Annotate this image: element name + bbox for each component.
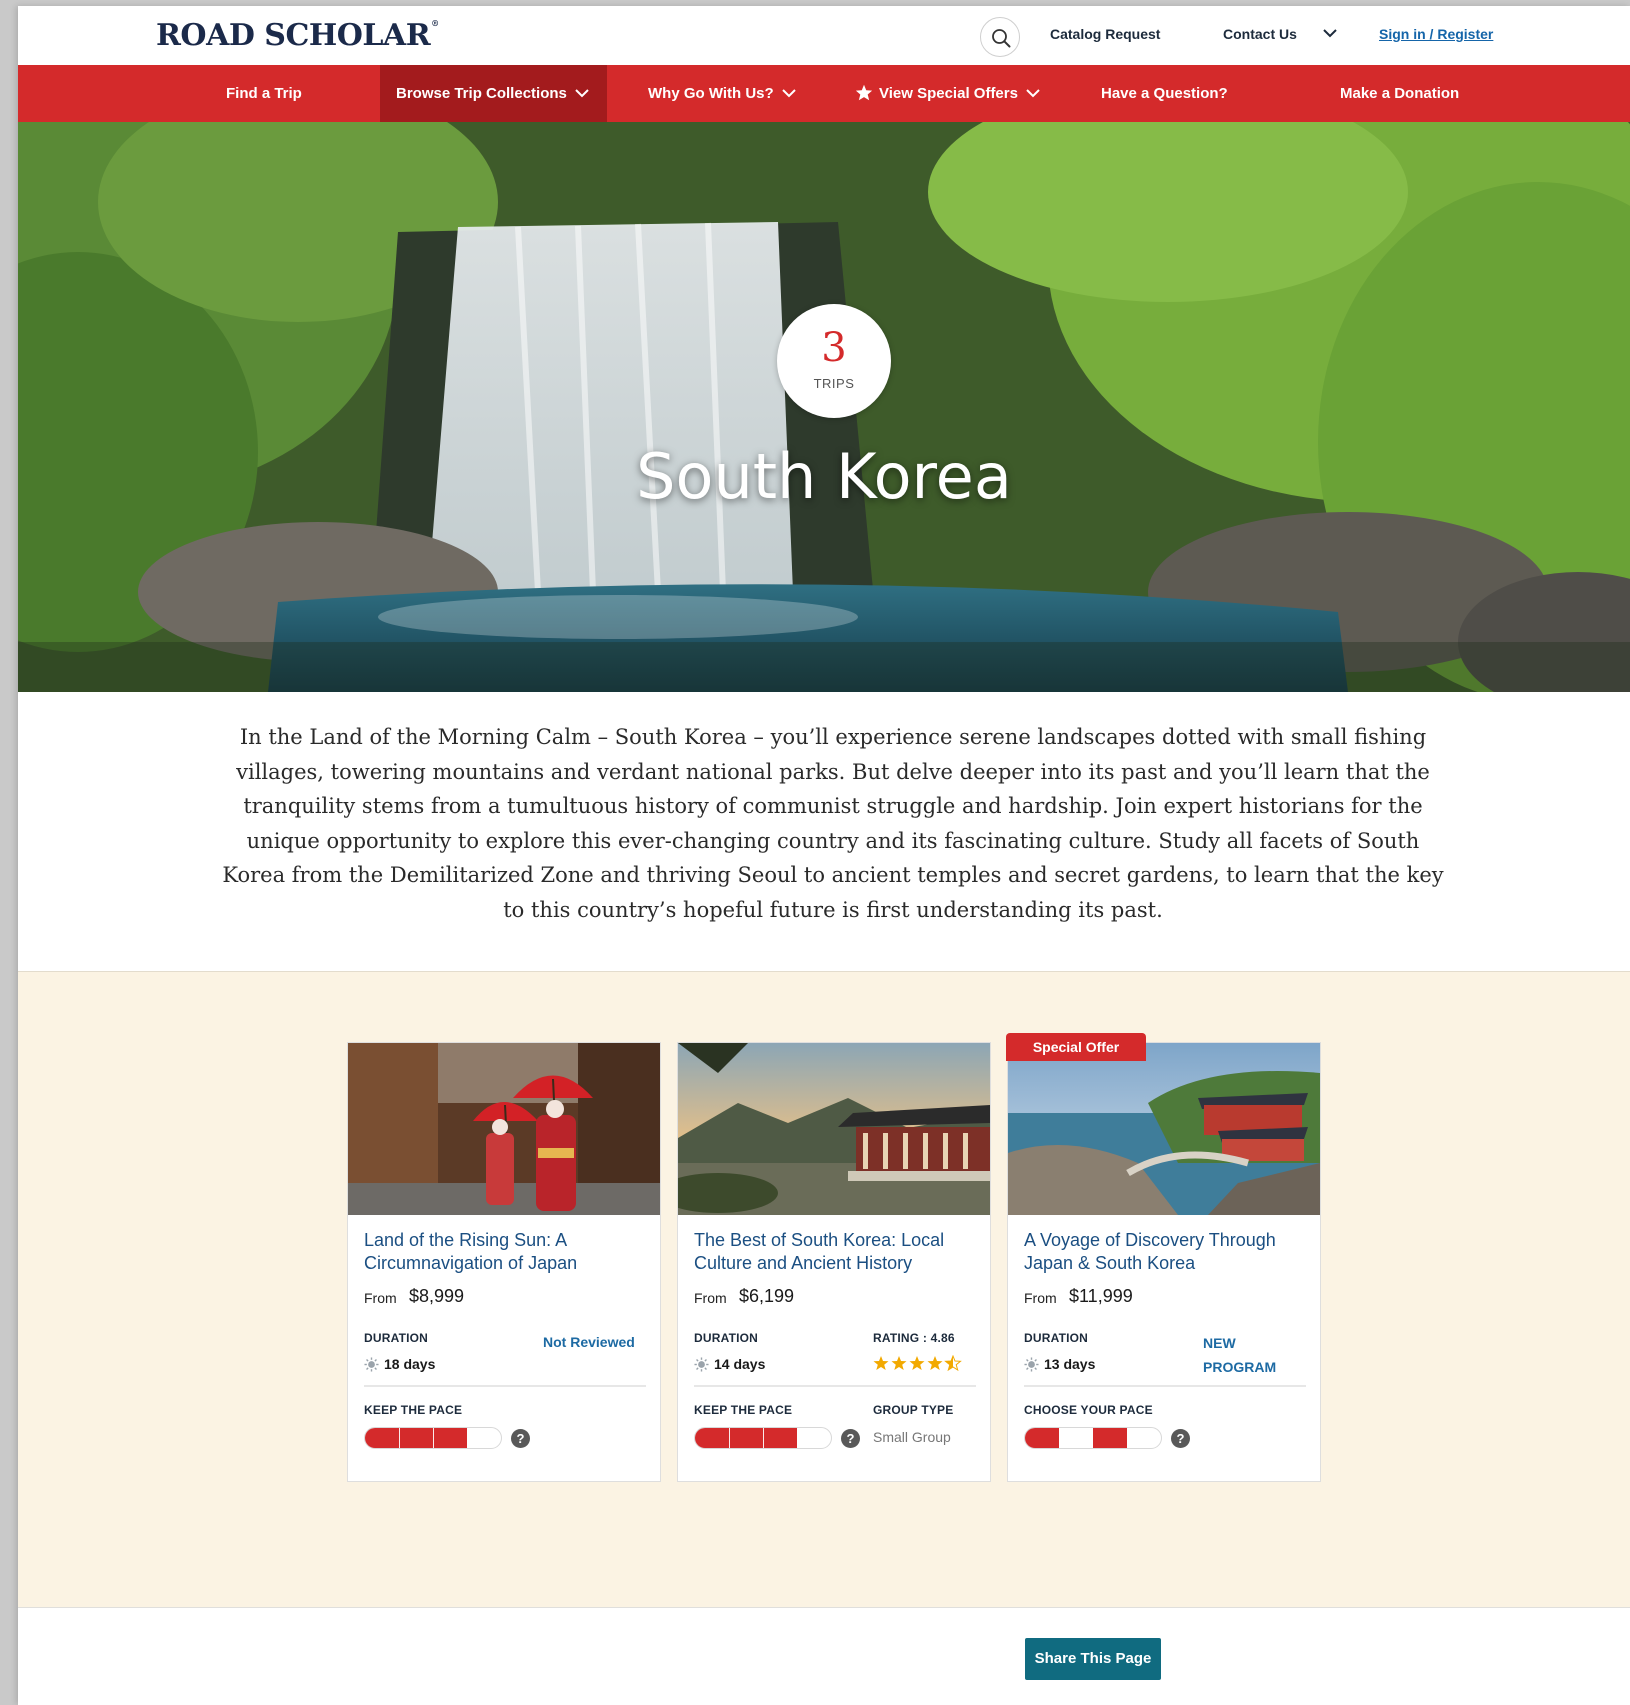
- main-nav: Find a Trip Browse Trip Collections Why …: [18, 65, 1630, 122]
- share-this-page-button[interactable]: Share This Page: [1025, 1638, 1161, 1680]
- contact-us-dropdown[interactable]: Contact Us: [1223, 26, 1337, 42]
- pace-label: KEEP THE PACE: [694, 1403, 793, 1417]
- duration-label: DURATION: [1024, 1331, 1089, 1345]
- top-header: ROAD SCHOLAR® Catalog Request Contact Us…: [18, 6, 1630, 65]
- group-type-value: Small Group: [873, 1429, 951, 1445]
- catalog-request-link[interactable]: Catalog Request: [1050, 26, 1160, 42]
- new-program-status: NEW PROGRAM: [1203, 1331, 1276, 1379]
- geisha-photo: [348, 1043, 660, 1215]
- pace-label: KEEP THE PACE: [364, 1403, 463, 1417]
- intro-paragraph: In the Land of the Morning Calm – South …: [222, 725, 1444, 922]
- group-type-label: GROUP TYPE: [873, 1403, 954, 1417]
- price-from-label: From: [694, 1290, 727, 1306]
- trip-price: $6,199: [739, 1286, 795, 1306]
- trip-card-title[interactable]: A Voyage of Discovery Through Japan & So…: [1024, 1229, 1309, 1275]
- star-icon: [855, 84, 873, 101]
- search-icon: [992, 29, 1011, 48]
- road-scholar-logo[interactable]: ROAD SCHOLAR®: [156, 18, 439, 53]
- search-button[interactable]: [980, 17, 1020, 57]
- trip-card[interactable]: Special Offer A Voyage of Discovery Thro…: [1006, 1033, 1321, 1482]
- card-divider: [364, 1385, 646, 1387]
- nav-why-go-with-us-label: Why Go With Us?: [648, 85, 774, 102]
- review-status[interactable]: Not Reviewed: [543, 1330, 635, 1354]
- trip-count: 3: [821, 325, 847, 371]
- nav-view-special-offers[interactable]: View Special Offers: [855, 65, 1040, 122]
- pace-meter: [694, 1427, 832, 1449]
- duration-label: DURATION: [694, 1331, 759, 1345]
- chevron-down-icon: [781, 88, 796, 97]
- help-icon[interactable]: ?: [511, 1429, 530, 1448]
- registered-mark: ®: [431, 18, 439, 28]
- chevron-down-icon: [1323, 29, 1337, 38]
- sun-icon: [364, 1357, 379, 1372]
- chevron-down-icon: [1026, 88, 1040, 97]
- card-divider: [694, 1385, 976, 1387]
- trip-card-title[interactable]: The Best of South Korea: Local Culture a…: [694, 1229, 979, 1275]
- trip-price: $11,999: [1069, 1286, 1133, 1306]
- new-program-line1: NEW: [1203, 1335, 1236, 1351]
- nav-find-a-trip[interactable]: Find a Trip: [226, 65, 302, 122]
- nav-why-go-with-us[interactable]: Why Go With Us?: [648, 65, 796, 122]
- sign-in-register-link[interactable]: Sign in / Register: [1379, 26, 1493, 42]
- duration-label: DURATION: [364, 1331, 429, 1345]
- trip-card-title[interactable]: Land of the Rising Sun: A Circumnavigati…: [364, 1229, 649, 1275]
- trip-card-image[interactable]: [678, 1043, 990, 1215]
- trip-price: $8,999: [409, 1286, 465, 1306]
- trip-card[interactable]: Land of the Rising Sun: A Circumnavigati…: [347, 1042, 661, 1482]
- trip-card-image[interactable]: [348, 1043, 660, 1215]
- duration-value: 18 days: [384, 1356, 436, 1372]
- nav-have-a-question[interactable]: Have a Question?: [1101, 65, 1228, 122]
- pace-meter: [1024, 1427, 1162, 1449]
- logo-text: ROAD SCHOLAR: [156, 18, 431, 53]
- pace-label: CHOOSE YOUR PACE: [1024, 1403, 1153, 1417]
- nav-find-a-trip-label: Find a Trip: [226, 85, 302, 102]
- trip-card[interactable]: The Best of South Korea: Local Culture a…: [677, 1042, 991, 1482]
- price-from-label: From: [364, 1290, 397, 1306]
- chevron-down-icon: [575, 88, 589, 97]
- sun-icon: [694, 1357, 709, 1372]
- nav-browse-trip-collections-label: Browse Trip Collections: [396, 85, 567, 102]
- help-icon[interactable]: ?: [841, 1429, 860, 1448]
- sun-icon: [1024, 1357, 1039, 1372]
- nav-browse-trip-collections[interactable]: Browse Trip Collections: [380, 65, 607, 122]
- duration-value: 13 days: [1044, 1356, 1096, 1372]
- trip-card-image[interactable]: [1008, 1043, 1320, 1215]
- help-icon[interactable]: ?: [1171, 1429, 1190, 1448]
- star-icon: [873, 1355, 962, 1371]
- contact-us-label: Contact Us: [1223, 26, 1297, 42]
- coastal-temple-photo: [1008, 1043, 1320, 1215]
- page: ROAD SCHOLAR® Catalog Request Contact Us…: [18, 6, 1630, 1705]
- trip-count-badge: 3 TRIPS: [777, 304, 891, 418]
- nav-view-special-offers-label: View Special Offers: [879, 85, 1018, 102]
- special-offer-tag[interactable]: Special Offer: [1006, 1033, 1146, 1061]
- price-from-label: From: [1024, 1290, 1057, 1306]
- card-divider: [1024, 1385, 1306, 1387]
- nav-have-a-question-label: Have a Question?: [1101, 85, 1228, 102]
- hero-banner: 3 TRIPS South Korea: [18, 122, 1630, 692]
- pace-meter: [364, 1427, 502, 1449]
- page-title: South Korea: [636, 440, 1012, 513]
- rating-label: RATING : 4.86: [873, 1331, 955, 1345]
- trip-count-label: TRIPS: [813, 376, 855, 391]
- nav-make-a-donation-label: Make a Donation: [1340, 85, 1460, 102]
- new-program-line2: PROGRAM: [1203, 1359, 1277, 1375]
- pavilion-photo: [678, 1043, 990, 1215]
- rating-stars: [873, 1355, 962, 1371]
- duration-value: 14 days: [714, 1356, 766, 1372]
- nav-make-a-donation[interactable]: Make a Donation: [1340, 65, 1459, 122]
